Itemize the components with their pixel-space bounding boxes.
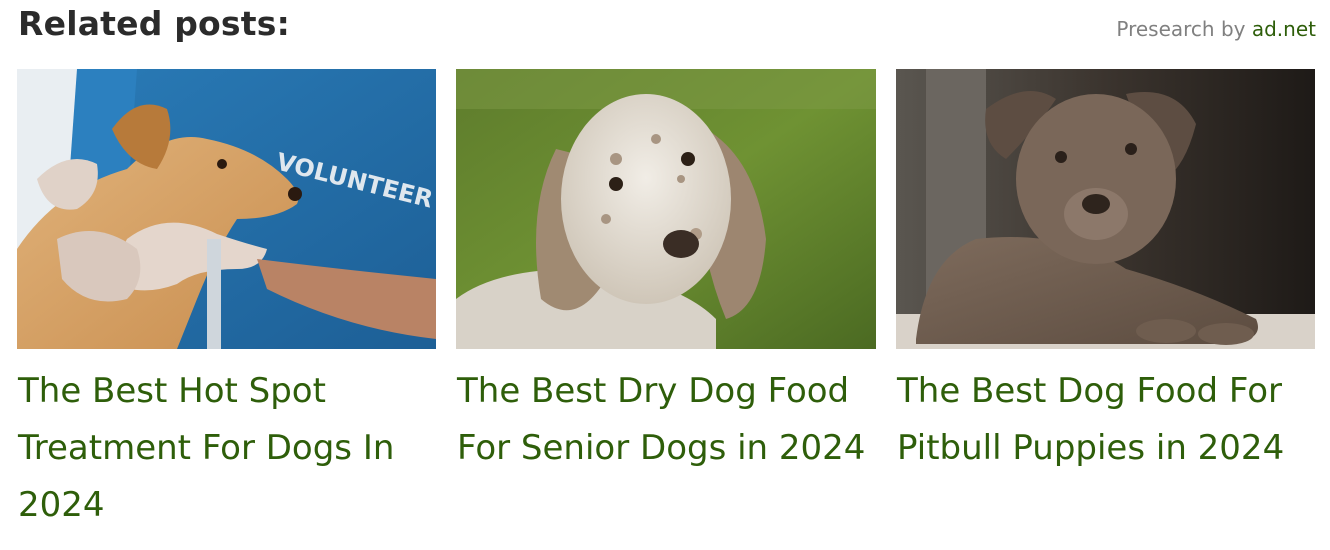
related-posts-header: Related posts: Presearch by ad.net bbox=[18, 0, 1318, 60]
dog-volunteer-photo[interactable]: VOLUNTEER bbox=[17, 69, 436, 349]
ad-attribution: Presearch by ad.net bbox=[1116, 17, 1316, 41]
section-heading: Related posts: bbox=[18, 4, 290, 43]
pitbull-puppy-photo[interactable] bbox=[896, 69, 1315, 349]
related-posts-grid: VOLUNTEER The Best Hot Spot Treatment Fo… bbox=[17, 69, 1317, 539]
senior-spaniel-photo[interactable] bbox=[456, 69, 876, 349]
related-post-card[interactable]: The Best Dry Dog Food For Senior Dogs in… bbox=[456, 69, 876, 477]
attribution-prefix: Presearch by bbox=[1116, 17, 1246, 41]
related-post-title[interactable]: The Best Hot Spot Treatment For Dogs In … bbox=[18, 363, 436, 534]
ad-network-link[interactable]: ad.net bbox=[1252, 17, 1316, 41]
related-post-title[interactable]: The Best Dry Dog Food For Senior Dogs in… bbox=[457, 363, 876, 477]
related-post-card[interactable]: The Best Dog Food For Pitbull Puppies in… bbox=[896, 69, 1315, 477]
related-post-card[interactable]: VOLUNTEER The Best Hot Spot Treatment Fo… bbox=[17, 69, 436, 534]
related-post-title[interactable]: The Best Dog Food For Pitbull Puppies in… bbox=[897, 363, 1315, 477]
